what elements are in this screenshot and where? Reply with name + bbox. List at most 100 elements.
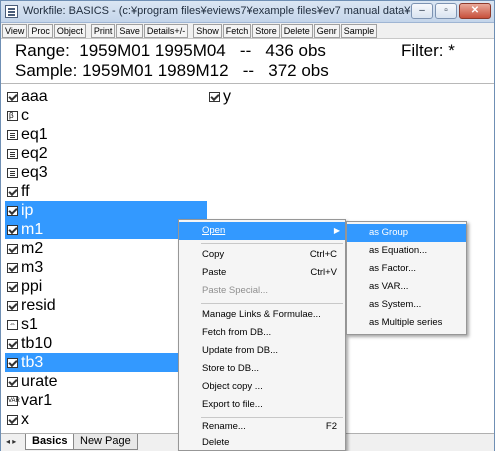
delete-button[interactable]: Delete [280,23,313,38]
object-label: aaa [21,87,48,105]
object-label: y [223,87,231,105]
object-label: var1 [21,391,53,409]
series-icon [209,91,220,102]
submenu-as-system[interactable]: as System... [347,296,466,314]
open-submenu: as Group as Equation... as Factor... as … [346,221,467,335]
menu-separator [201,303,343,304]
menu-export-to-file[interactable]: Export to file... [179,396,345,414]
tab-new-page[interactable]: New Page [73,434,138,450]
object-m3[interactable]: m3 [7,258,43,277]
header-divider [1,83,494,84]
coefficient-icon [7,110,18,121]
menu-paste-label: Paste [202,267,227,278]
object-ip[interactable]: ip [5,201,207,220]
tab-scroll-arrows[interactable]: ◂ ▸ [6,437,16,446]
series-icon [7,224,18,235]
object-resid[interactable]: resid [7,296,56,315]
object-label: m3 [21,258,44,276]
object-label: x [21,410,29,428]
submenu-as-var[interactable]: as VAR... [347,278,466,296]
series-icon [7,205,18,216]
series-icon [7,186,18,197]
sample-info[interactable]: Sample: 1959M01 1989M12 -- 372 obs [15,61,329,81]
object-ff[interactable]: ff [7,182,30,201]
menu-delete[interactable]: Delete [179,434,345,451]
menu-copy[interactable]: Copy Ctrl+C [179,246,345,264]
equation-icon [7,148,18,159]
menu-manage-links[interactable]: Manage Links & Formulae... [179,306,345,324]
store-button[interactable]: Store [252,23,280,38]
show-button[interactable]: Show [193,23,222,38]
object-x[interactable]: x [7,410,29,429]
object-s1[interactable]: ⇔ s1 [7,315,38,334]
object-label: tb10 [21,334,53,352]
restore-button[interactable]: ▫ [435,3,457,19]
tab-basics[interactable]: Basics [25,434,75,450]
menu-paste[interactable]: Paste Ctrl+V [179,264,345,282]
series-icon [7,91,18,102]
sample-icon: ⇔ [7,319,18,330]
series-icon [7,357,18,368]
object-label: resid [21,296,56,314]
genr-button[interactable]: Genr [313,23,340,38]
object-label: s1 [21,315,38,333]
fetch-button[interactable]: Fetch [222,23,252,38]
submenu-as-factor[interactable]: as Factor... [347,260,466,278]
range-info[interactable]: Range: 1959M01 1995M04 -- 436 obs [15,41,326,61]
submenu-as-group[interactable]: as Group [347,224,466,242]
object-label: ppi [21,277,43,295]
object-m1[interactable]: m1 [5,220,179,239]
menu-object-copy[interactable]: Object copy ... [179,378,345,396]
submenu-as-equation[interactable]: as Equation... [347,242,466,260]
window-title: Workfile: BASICS - (c:¥program files¥evi… [23,5,423,17]
equation-icon [7,167,18,178]
object-tb3[interactable]: tb3 [5,353,179,372]
series-icon [7,281,18,292]
object-label: ip [21,201,34,219]
object-c[interactable]: c [7,106,29,125]
object-eq2[interactable]: eq2 [7,144,48,163]
object-label: m1 [21,220,44,238]
equation-icon [7,129,18,140]
series-icon [7,338,18,349]
proc-button[interactable]: Proc [28,23,53,38]
object-m2[interactable]: m2 [7,239,43,258]
print-button[interactable]: Print [90,23,116,38]
window-controls: – ▫ ✕ [411,3,491,19]
view-button[interactable]: View [2,23,28,38]
object-aaa[interactable]: aaa [7,87,48,106]
minimize-button[interactable]: – [411,3,433,19]
object-label: eq2 [21,144,48,162]
object-eq1[interactable]: eq1 [7,125,48,144]
object-button[interactable]: Object [53,23,86,38]
menu-separator [201,243,343,244]
object-label: eq1 [21,125,48,143]
object-urate[interactable]: urate [7,372,57,391]
object-var1[interactable]: VAR var1 [7,391,52,410]
details-button[interactable]: Details+/- [143,23,189,38]
close-button[interactable]: ✕ [459,3,491,19]
object-tb10[interactable]: tb10 [7,334,52,353]
filter-info[interactable]: Filter: * [401,41,455,61]
title-bar[interactable]: Workfile: BASICS - (c:¥program files¥evi… [1,1,494,23]
menu-update-from-db[interactable]: Update from DB... [179,342,345,360]
submenu-as-multiple-series[interactable]: as Multiple series [347,314,466,332]
workfile-toolbar: View Proc Object Print Save Details+/- S… [1,23,494,39]
object-eq3[interactable]: eq3 [7,163,48,182]
menu-store-to-db[interactable]: Store to DB... [179,360,345,378]
menu-open[interactable]: Open ▶ [179,222,345,240]
series-icon [7,262,18,273]
copy-shortcut: Ctrl+C [309,249,337,260]
object-ppi[interactable]: ppi [7,277,42,296]
object-label: urate [21,372,58,390]
sample-button[interactable]: Sample [340,23,378,38]
series-icon [7,300,18,311]
object-y[interactable]: y [209,87,231,106]
menu-open-label: Open [202,225,226,236]
menu-fetch-from-db[interactable]: Fetch from DB... [179,324,345,342]
workfile-icon [5,5,18,18]
series-icon [7,243,18,254]
save-button[interactable]: Save [116,23,143,38]
menu-rename-label: Rename... [202,421,246,432]
object-label: c [21,106,29,124]
